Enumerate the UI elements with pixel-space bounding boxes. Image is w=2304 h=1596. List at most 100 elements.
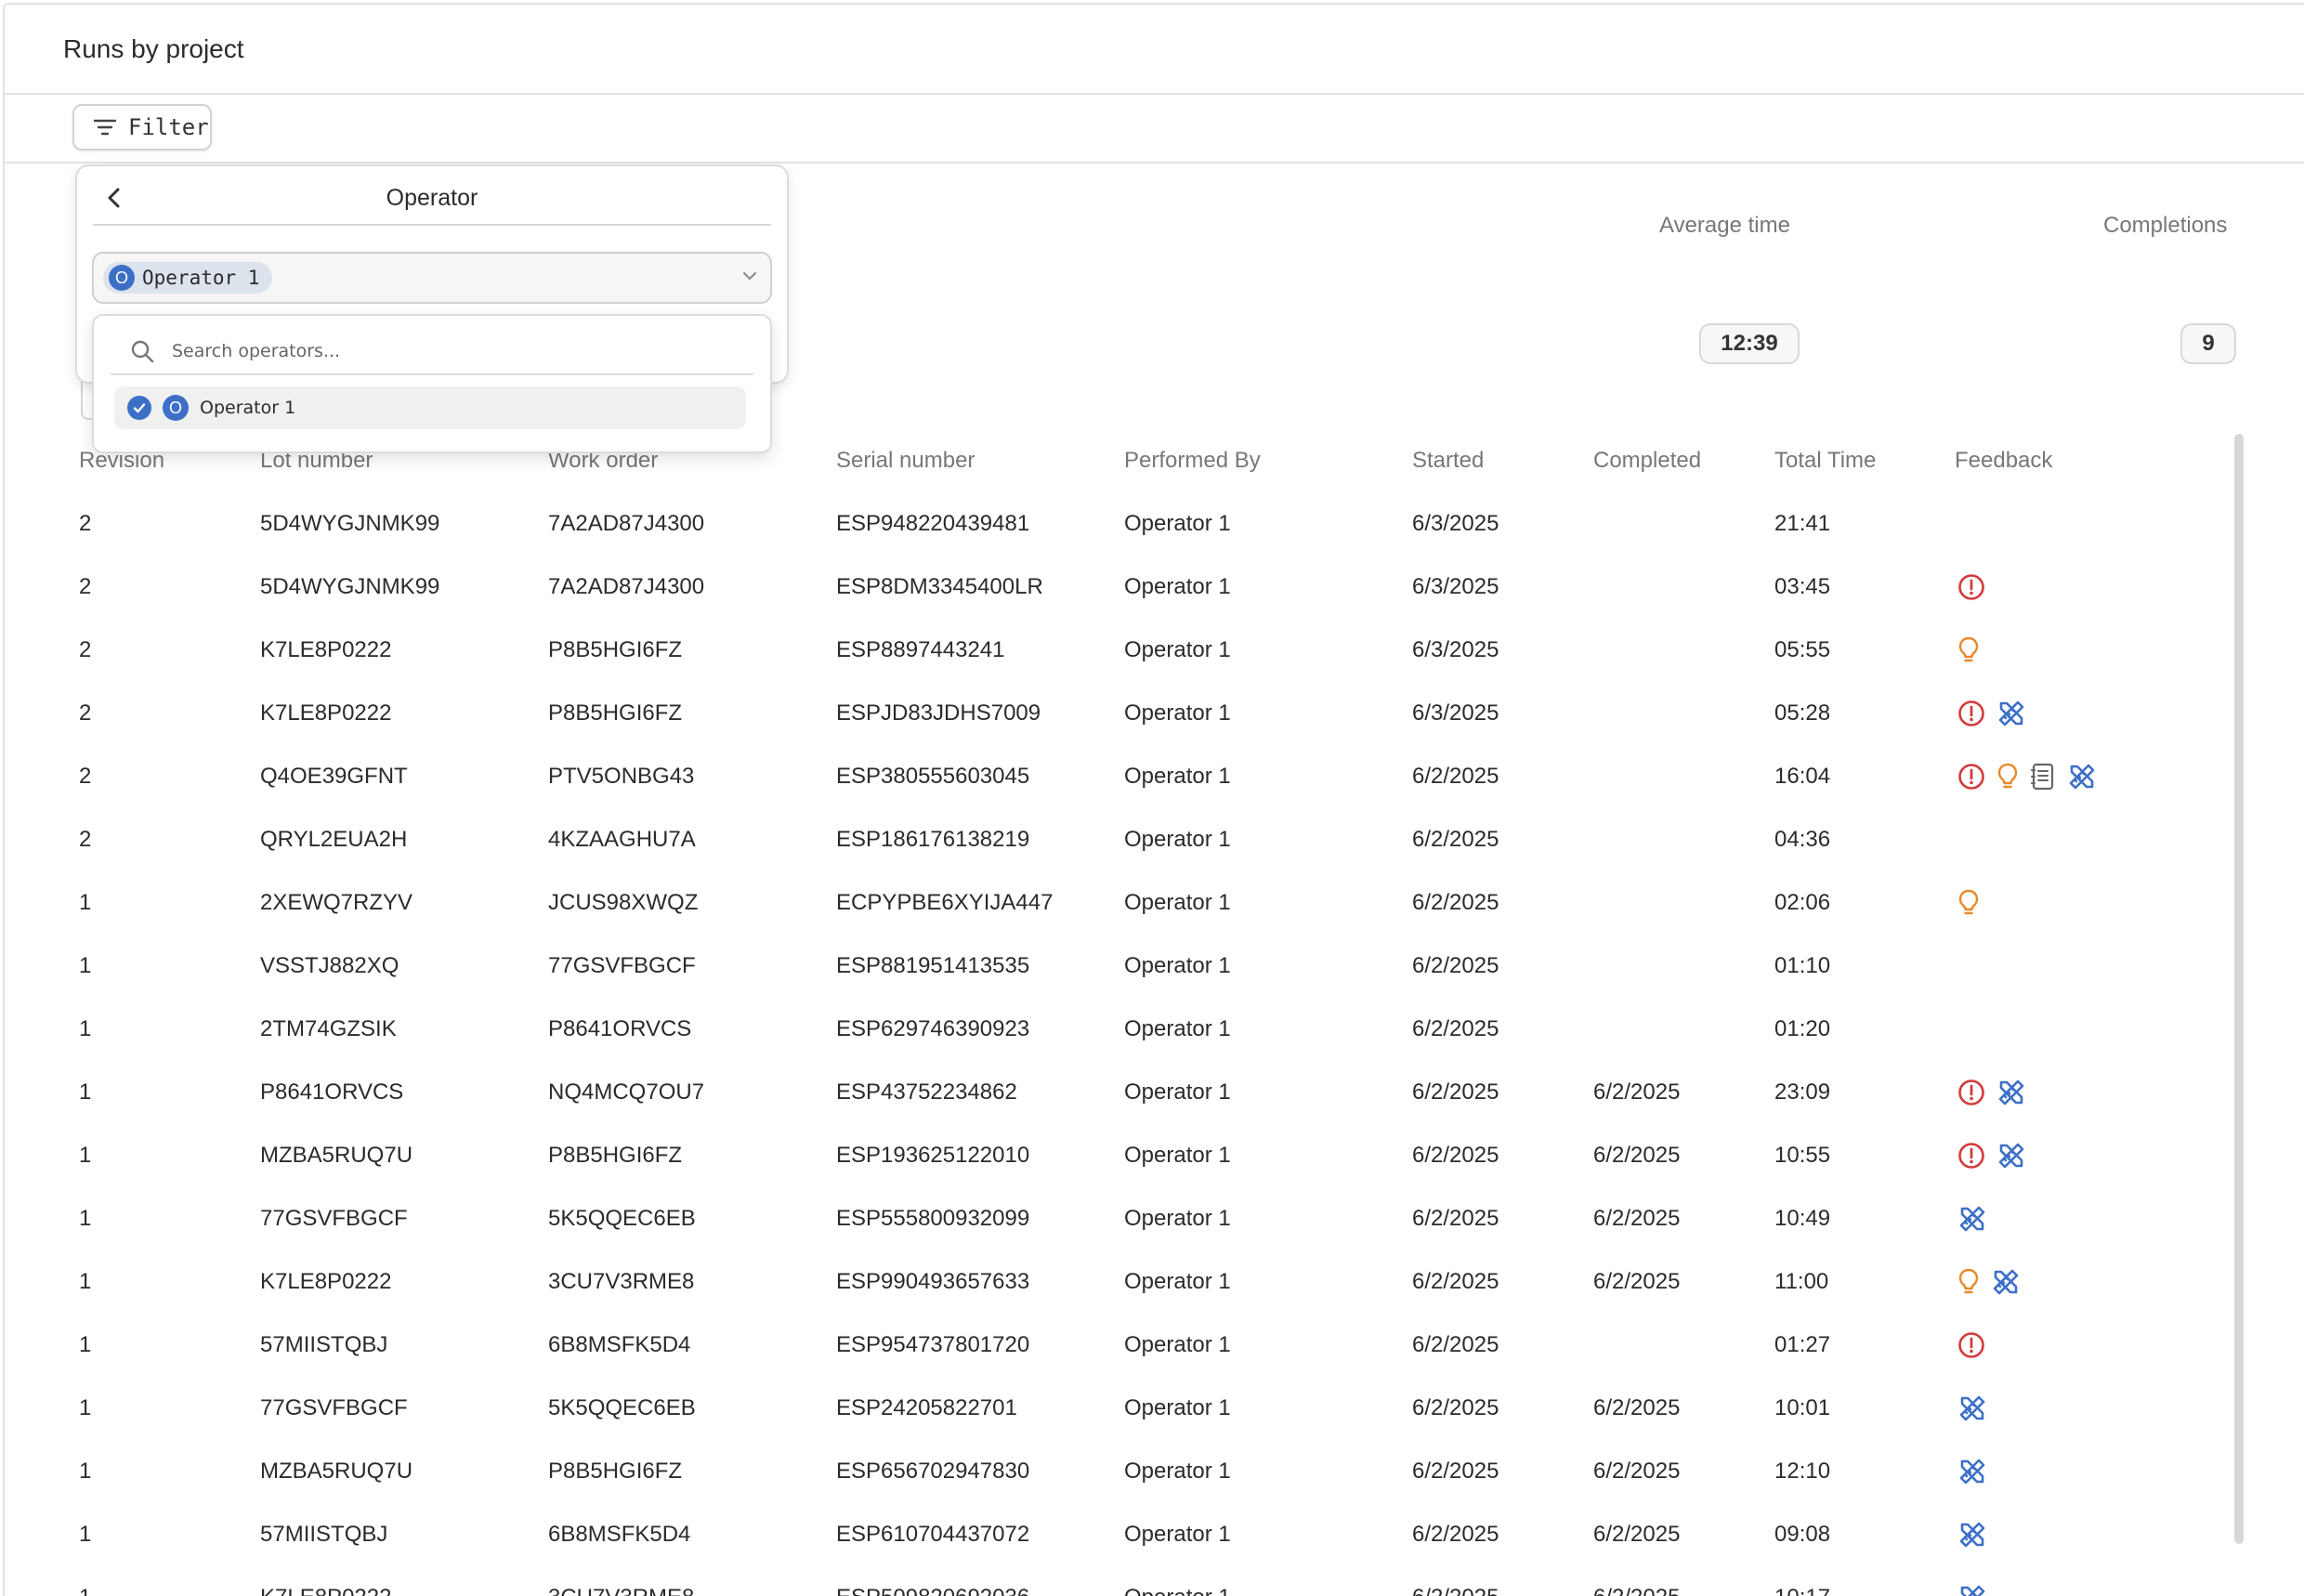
col-serial-number[interactable]: Serial number	[836, 448, 975, 474]
popover-divider	[93, 224, 771, 226]
cell-lot-number: MZBA5RUQ7U	[260, 1459, 413, 1484]
cell-started: 6/2/2025	[1412, 1269, 1499, 1294]
cell-revision: 1	[79, 1143, 92, 1168]
tools-icon[interactable]	[1996, 1140, 2027, 1171]
table-row[interactable]: 2 5D4WYGJNMK99 7A2AD87J4300 ESP948220439481…	[5, 492, 2234, 556]
table-row[interactable]: 2 Q4OE39GFNT PTV5ONBG43 ESP380555603045 Oper…	[5, 745, 2234, 808]
table-row[interactable]: 2 QRYL2EUA2H 4KZAAGHU7A ESP186176138219 Oper…	[5, 808, 2234, 871]
col-total-time[interactable]: Total Time	[1774, 448, 1876, 474]
alert-circle-icon[interactable]	[1957, 1330, 1986, 1360]
table-row[interactable]: 1 MZBA5RUQ7U P8B5HGI6FZ ESP656702947830 Oper…	[5, 1440, 2234, 1503]
cell-feedback	[1957, 682, 2027, 745]
filter-button-label: Filter	[128, 114, 209, 140]
page-title: Runs by project	[63, 34, 244, 63]
cell-completed: 6/2/2025	[1593, 1206, 1681, 1231]
table-row[interactable]: 1 57MIISTQBJ 6B8MSFK5D4 ESP954737801720 Oper…	[5, 1314, 2234, 1377]
tools-icon[interactable]	[1996, 698, 2027, 729]
lightbulb-icon[interactable]	[1957, 635, 1981, 665]
col-feedback[interactable]: Feedback	[1955, 448, 2052, 474]
check-icon	[127, 396, 151, 420]
cell-performed-by: Operator 1	[1124, 1459, 1231, 1484]
average-time-value: 12:39	[1699, 323, 1800, 364]
lightbulb-icon[interactable]	[1996, 762, 2020, 791]
table-row[interactable]: 1 K7LE8P0222 3CU7V3RME8 ESP509820692036 Oper…	[5, 1566, 2234, 1596]
col-completed[interactable]: Completed	[1593, 448, 1701, 474]
cell-revision: 1	[79, 1016, 92, 1041]
notes-icon[interactable]	[2029, 762, 2057, 791]
cell-feedback	[1957, 1187, 1988, 1250]
alert-circle-icon[interactable]	[1957, 1141, 1986, 1171]
cell-completed: 6/2/2025	[1593, 1566, 1680, 1596]
option-label: Operator 1	[200, 398, 296, 418]
avatar: O	[163, 395, 189, 421]
tools-icon[interactable]	[1957, 1456, 1988, 1487]
col-started[interactable]: Started	[1412, 448, 1484, 474]
cell-revision: 1	[79, 1206, 92, 1231]
cell-serial-number: ESP8DM3345400LR	[836, 574, 1043, 599]
cell-work-order: P8B5HGI6FZ	[548, 637, 683, 662]
lightbulb-icon[interactable]	[1957, 1267, 1981, 1297]
table-row[interactable]: 1 2XEWQ7RZYV JCUS98XWQZ ECPYPBE6XYIJA447 Ope…	[5, 871, 2234, 935]
cell-revision: 1	[79, 953, 92, 978]
cell-feedback	[1957, 619, 1981, 682]
alert-circle-icon[interactable]	[1957, 762, 1986, 791]
table-row[interactable]: 1 VSSTJ882XQ 77GSVFBGCF ESP881951413535 Oper…	[5, 935, 2234, 998]
selected-operator-chip[interactable]: O Operator 1	[103, 262, 273, 294]
cell-performed-by: Operator 1	[1124, 953, 1231, 978]
tools-icon[interactable]	[1957, 1519, 1988, 1550]
tools-icon[interactable]	[2066, 761, 2098, 792]
table-row[interactable]: 1 57MIISTQBJ 6B8MSFK5D4 ESP610704437072 Oper…	[5, 1503, 2234, 1566]
table-row[interactable]: 1 77GSVFBGCF 5K5QQEC6EB ESP24205822701 Opera…	[5, 1377, 2234, 1440]
cell-total-time: 16:04	[1774, 764, 1831, 789]
alert-circle-icon[interactable]	[1957, 572, 1986, 602]
tools-icon[interactable]	[1996, 1077, 2027, 1108]
cell-revision: 1	[79, 1079, 92, 1105]
table-row[interactable]: 1 K7LE8P0222 3CU7V3RME8 ESP990493657633 Oper…	[5, 1250, 2234, 1314]
lightbulb-icon[interactable]	[1957, 888, 1981, 918]
table-row[interactable]: 1 2TM74GZSIK P8641ORVCS ESP629746390923 Oper…	[5, 998, 2234, 1061]
cell-lot-number: 57MIISTQBJ	[260, 1522, 388, 1547]
cell-performed-by: Operator 1	[1124, 700, 1231, 726]
operator-select[interactable]: O Operator 1	[92, 252, 772, 304]
cell-performed-by: Operator 1	[1124, 1016, 1231, 1041]
cell-feedback	[1957, 1124, 2027, 1187]
table-row[interactable]: 1 MZBA5RUQ7U P8B5HGI6FZ ESP193625122010 Oper…	[5, 1124, 2234, 1187]
search-input[interactable]	[170, 334, 713, 368]
cell-work-order: 77GSVFBGCF	[548, 953, 696, 978]
cell-performed-by: Operator 1	[1124, 1143, 1231, 1168]
alert-circle-icon[interactable]	[1957, 1078, 1986, 1107]
table-row[interactable]: 1 77GSVFBGCF 5K5QQEC6EB ESP555800932099 Oper…	[5, 1187, 2234, 1250]
cell-revision: 1	[79, 1459, 92, 1484]
tools-icon[interactable]	[1990, 1266, 2022, 1298]
cell-started: 6/2/2025	[1412, 1395, 1499, 1420]
filter-button[interactable]: Filter	[72, 104, 212, 150]
tools-icon[interactable]	[1957, 1393, 1988, 1424]
col-performed-by[interactable]: Performed By	[1124, 448, 1261, 474]
table-row[interactable]: 2 K7LE8P0222 P8B5HGI6FZ ESP8897443241 Operat…	[5, 619, 2234, 682]
cell-feedback	[1957, 871, 1981, 935]
cell-lot-number: VSSTJ882XQ	[260, 953, 399, 978]
alert-circle-icon[interactable]	[1957, 699, 1986, 728]
cell-work-order: NQ4MCQ7OU7	[548, 1079, 705, 1105]
cell-serial-number: ESPJD83JDHS7009	[836, 700, 1041, 726]
cell-total-time: 10:01	[1774, 1395, 1831, 1420]
cell-started: 6/2/2025	[1412, 1079, 1499, 1105]
cell-total-time: 01:27	[1774, 1332, 1831, 1357]
tools-icon[interactable]	[1957, 1203, 1988, 1235]
cell-performed-by: Operator 1	[1124, 1566, 1231, 1596]
cell-serial-number: ESP43752234862	[836, 1079, 1017, 1105]
cell-total-time: 23:09	[1774, 1079, 1831, 1105]
cell-serial-number: ESP186176138219	[836, 827, 1030, 852]
cell-performed-by: Operator 1	[1124, 1332, 1231, 1357]
cell-feedback	[1957, 556, 1986, 619]
cell-feedback	[1957, 1503, 1988, 1566]
table-row[interactable]: 2 5D4WYGJNMK99 7A2AD87J4300 ESP8DM3345400LR…	[5, 556, 2234, 619]
table-row[interactable]: 2 K7LE8P0222 P8B5HGI6FZ ESPJD83JDHS7009 Oper…	[5, 682, 2234, 745]
option-operator-1[interactable]: O Operator 1	[114, 386, 746, 429]
table-scrollbar[interactable]	[2234, 434, 2244, 1544]
cell-performed-by: Operator 1	[1124, 1206, 1231, 1231]
tools-icon[interactable]	[1957, 1582, 1988, 1596]
cell-total-time: 05:28	[1774, 700, 1831, 726]
table-row[interactable]: 1 P8641ORVCS NQ4MCQ7OU7 ESP43752234862 Opera…	[5, 1061, 2234, 1124]
cell-work-order: 3CU7V3RME8	[548, 1269, 695, 1294]
